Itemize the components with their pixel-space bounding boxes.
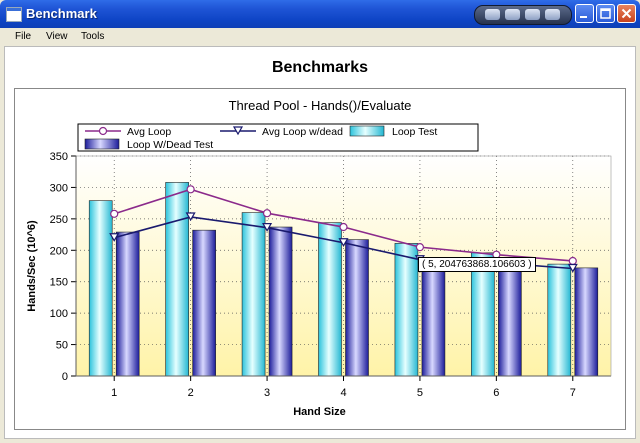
y-tick-label: 0	[62, 371, 68, 383]
bar-loop-test	[241, 212, 266, 377]
y-tick-label: 350	[50, 151, 68, 163]
x-tick-label: 2	[188, 387, 194, 399]
point-avg-loop	[415, 243, 425, 252]
y-tick-label: 100	[50, 308, 68, 320]
y-tick-label: 200	[50, 245, 68, 257]
menu-bar: File View Tools	[0, 28, 640, 46]
legend-entry: Avg Loop w/dead	[262, 126, 343, 138]
bar-loop-wdead-test	[192, 229, 216, 377]
bar-loop-test	[318, 222, 342, 377]
close-button[interactable]	[617, 4, 636, 23]
benchmark-window: Benchmark File View Tools Benchmarks Thr…	[0, 0, 640, 443]
bar-loop-test	[88, 200, 113, 377]
legend-entry: Avg Loop	[127, 126, 171, 138]
legend-marker-circle	[98, 126, 108, 136]
bar-loop-test	[165, 182, 189, 377]
maximize-icon	[600, 8, 611, 19]
bar-loop-test	[394, 243, 419, 377]
maximize-button[interactable]	[596, 4, 615, 23]
minimize-icon	[580, 16, 587, 18]
point-tooltip: ( 5, 204763868.106603 )	[418, 257, 536, 272]
menu-view[interactable]: View	[46, 31, 68, 42]
point-avg-loop	[339, 222, 348, 232]
title-bar[interactable]: Benchmark	[0, 0, 640, 28]
bar-loop-wdead-test	[421, 265, 446, 377]
y-tick-label: 300	[50, 182, 68, 194]
point-avg-loop	[110, 209, 119, 218]
bar-loop-wdead-test	[498, 267, 522, 377]
move-monitor-icon[interactable]	[525, 9, 540, 20]
bar-loop-wdead-test	[345, 239, 369, 377]
x-axis-label: Hand Size	[293, 406, 346, 418]
page-title: Benchmarks	[271, 59, 369, 76]
bar-loop-wdead-test	[574, 267, 599, 377]
x-tick-label: 1	[111, 387, 117, 399]
x-tick-label: 3	[264, 387, 270, 399]
maximize-span-icon[interactable]	[545, 9, 560, 20]
legend-swatch-bar	[349, 125, 385, 137]
legend-entry: Loop W/Dead Test	[127, 139, 213, 151]
menu-file[interactable]: File	[15, 31, 31, 42]
point-avg-loop	[262, 209, 272, 218]
nvidia-logo-icon[interactable]	[485, 9, 500, 20]
nvidia-toolbar	[474, 5, 572, 25]
point-avg-loop	[568, 256, 577, 266]
bar-loop-wdead-test	[115, 231, 140, 377]
close-icon	[621, 8, 632, 19]
y-tick-label: 250	[50, 214, 68, 226]
point-avg-loop	[186, 185, 195, 194]
x-tick-label: 5	[417, 387, 423, 399]
bar-loop-test	[547, 263, 572, 377]
legend-entry: Loop Test	[392, 126, 437, 138]
window-title: Benchmark	[26, 6, 97, 21]
menu-tools[interactable]: Tools	[81, 31, 104, 42]
pin-icon[interactable]	[505, 9, 520, 20]
x-tick-label: 7	[570, 387, 576, 399]
minimize-button[interactable]	[575, 4, 594, 23]
y-tick-label: 50	[56, 340, 68, 352]
x-tick-label: 4	[340, 387, 346, 399]
y-tick-label: 150	[50, 277, 68, 289]
bar-loop-wdead-test	[268, 226, 293, 377]
x-tick-label: 6	[493, 387, 499, 399]
y-axis-label: Hands/Sec (10^6)	[26, 220, 38, 312]
legend-swatch-bar	[84, 138, 120, 150]
app-window-icon[interactable]	[6, 7, 22, 22]
chart-title: Thread Pool - Hands()/Evaluate	[229, 98, 412, 113]
